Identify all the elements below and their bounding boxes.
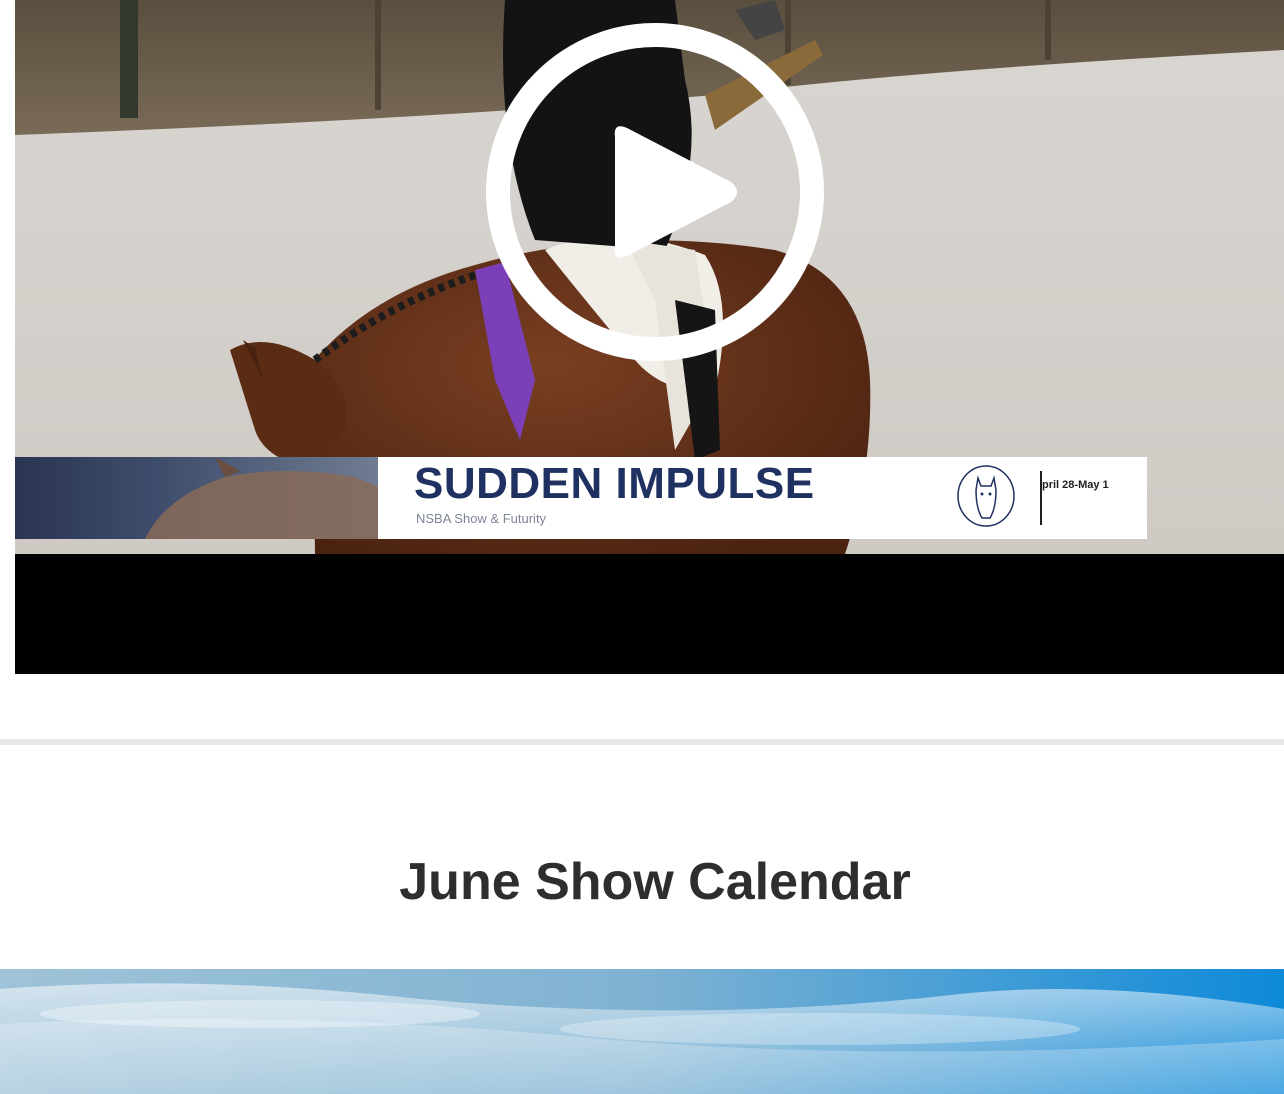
calendar-header-image (0, 969, 1284, 1094)
play-icon[interactable] (485, 22, 825, 362)
page: SUDDEN IMPULSE NSBA Show & Futurity pril… (0, 0, 1284, 1094)
video-subtitle: NSBA Show & Futurity (416, 511, 547, 526)
video-player[interactable]: SUDDEN IMPULSE NSBA Show & Futurity pril… (15, 0, 1284, 674)
horse-head-logo-icon (956, 464, 1016, 528)
horse-head-graphic (145, 457, 378, 539)
lower-third-text-panel: SUDDEN IMPULSE NSBA Show & Futurity pril… (378, 457, 1147, 539)
lower-third-horse-panel (15, 457, 378, 539)
section-divider (0, 739, 1284, 745)
section-title: June Show Calendar (399, 853, 911, 911)
video-title: SUDDEN IMPULSE (414, 459, 815, 508)
event-dates: pril 28-May 1 (1042, 479, 1109, 491)
video-thumbnail[interactable]: SUDDEN IMPULSE NSBA Show & Futurity pril… (15, 0, 1284, 554)
video-lower-third: SUDDEN IMPULSE NSBA Show & Futurity pril… (15, 457, 1147, 539)
